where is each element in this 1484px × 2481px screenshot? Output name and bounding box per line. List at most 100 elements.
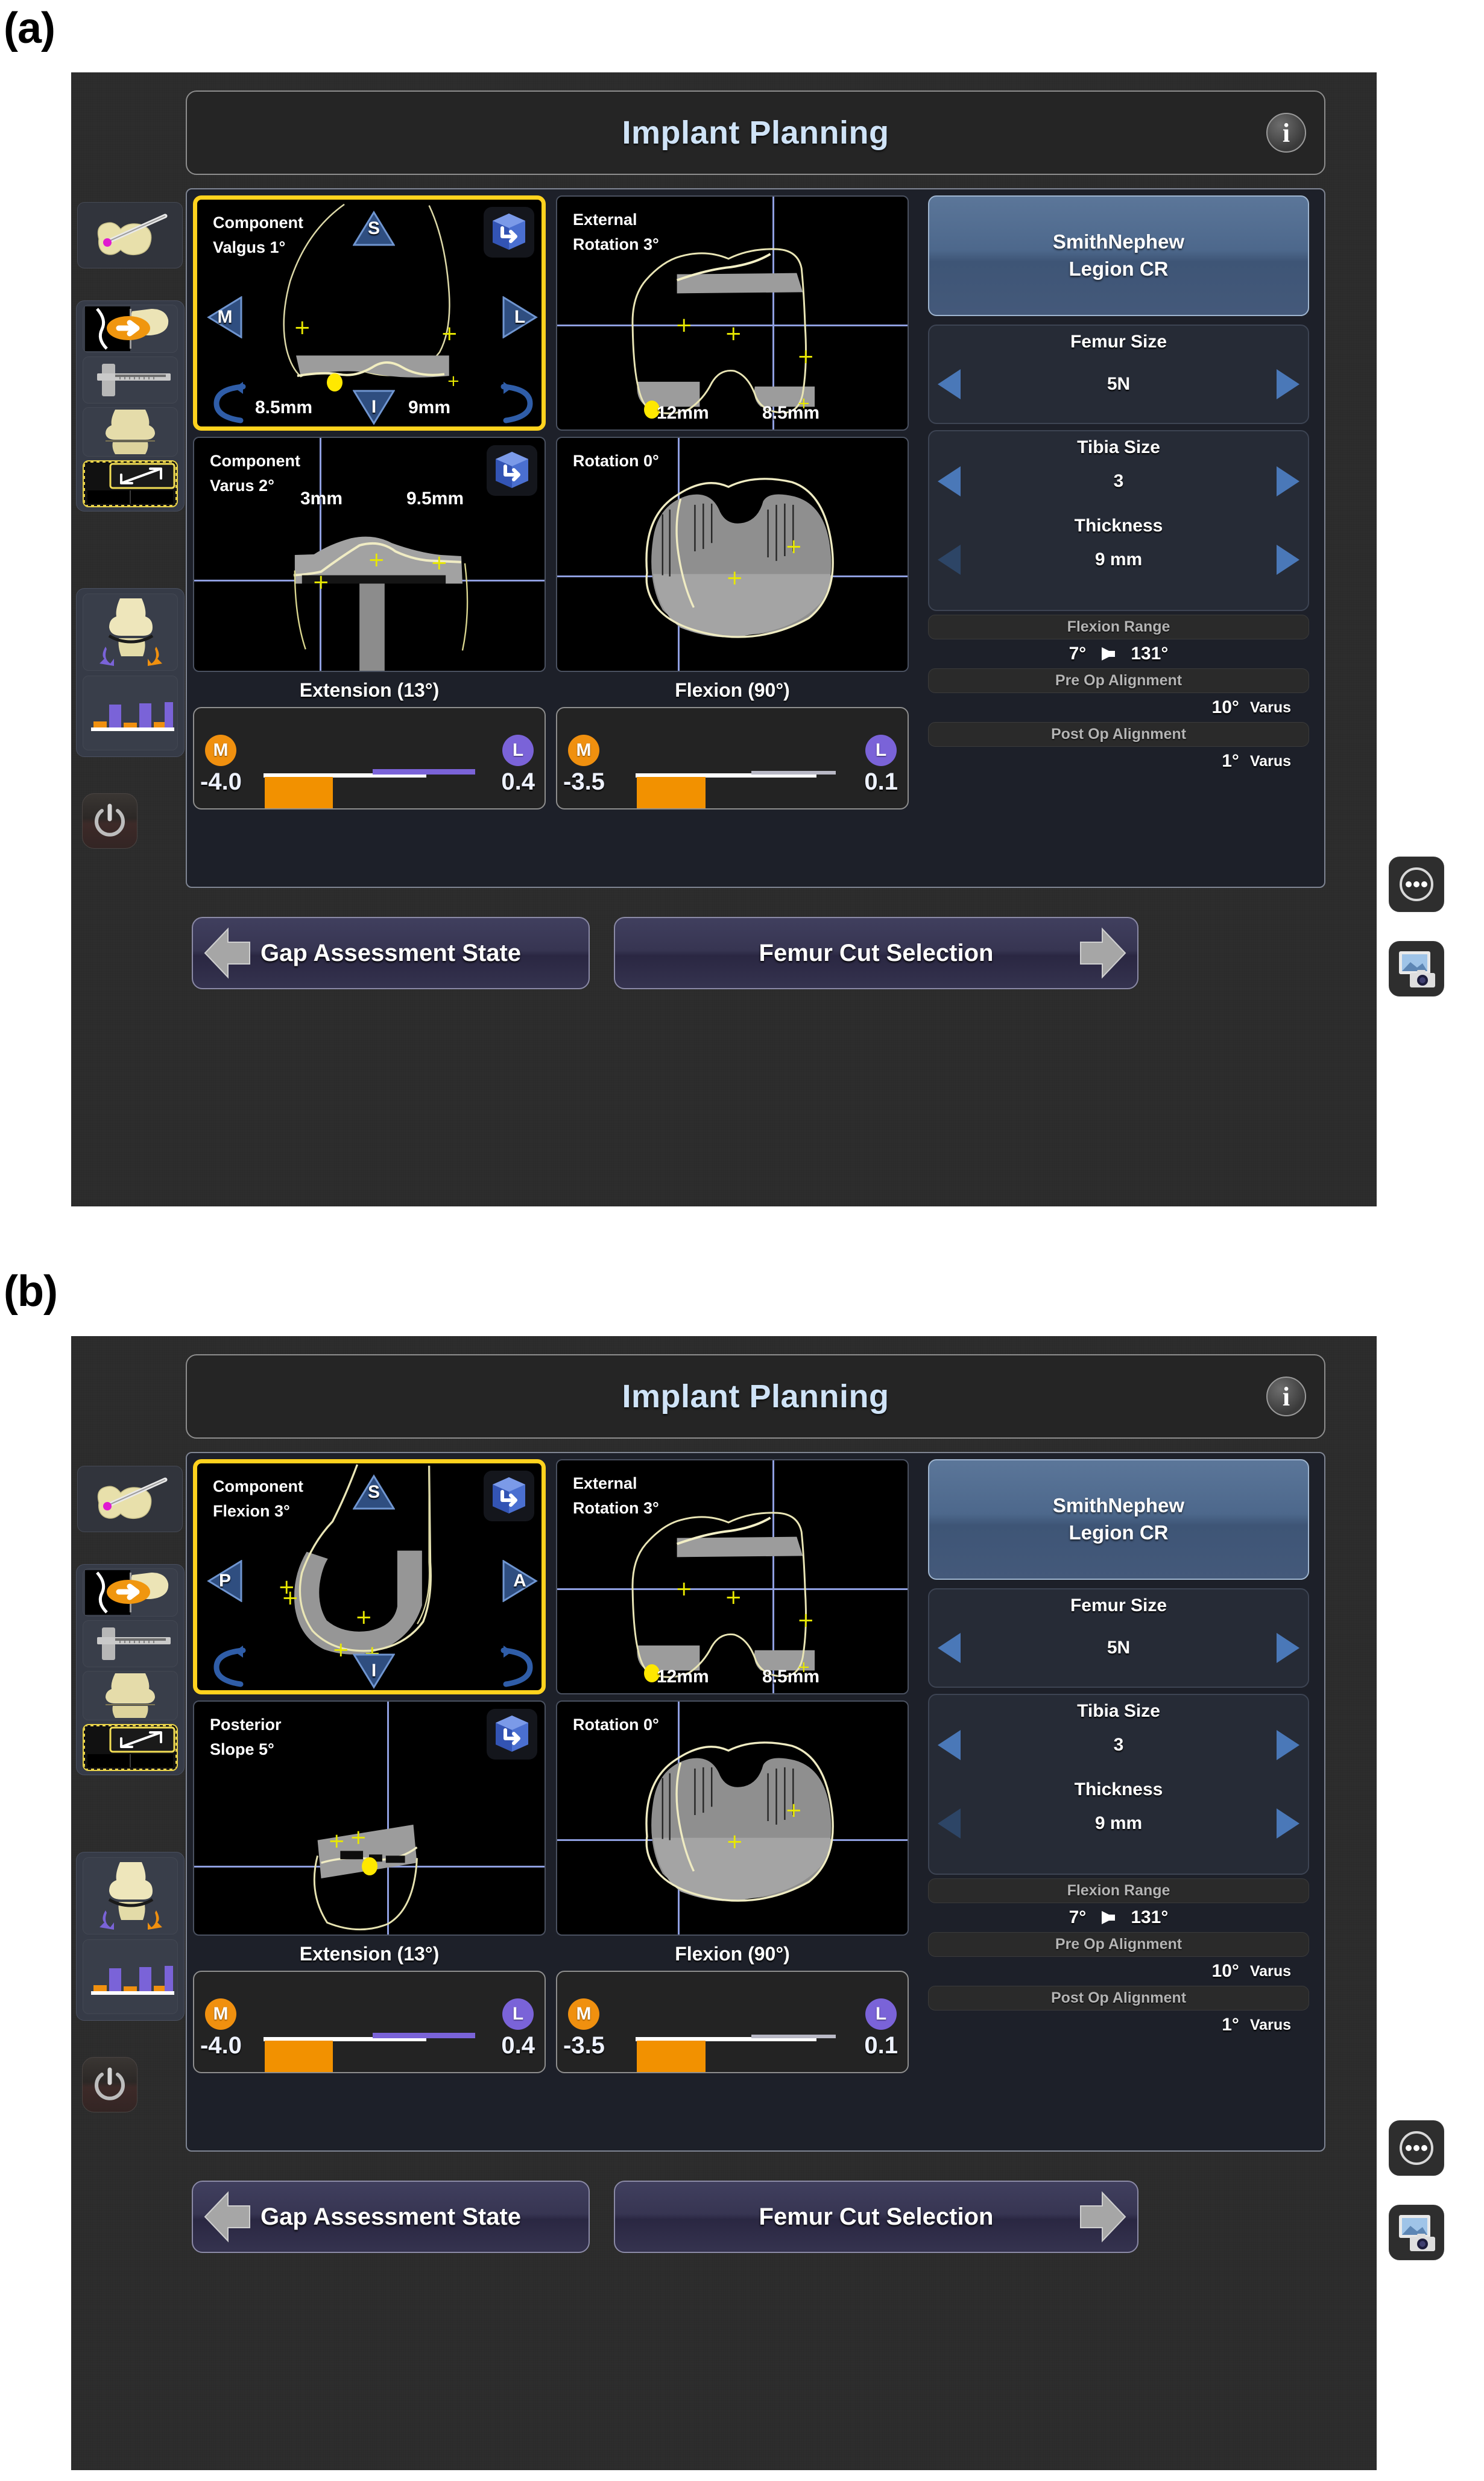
extension-gap-chart[interactable]: M L -4.0 0.4 [193, 1971, 546, 2073]
sidebar-item-gap-graph[interactable] [83, 1939, 178, 2014]
lateral-gap-value: 0.1 [864, 2032, 898, 2059]
measure-medial: 8.5mm [255, 398, 313, 417]
femur-size-increment[interactable] [1277, 1633, 1299, 1663]
flexion-range-label: Flexion Range [928, 1878, 1309, 1903]
sidebar-item-registration[interactable] [77, 202, 183, 268]
post-op-alignment-value: 1° [1222, 751, 1239, 771]
more-options-button[interactable] [1389, 2120, 1444, 2176]
sidebar-item-gap-graph[interactable] [83, 676, 178, 750]
lateral-gap-value: 0.1 [864, 768, 898, 795]
sidebar-item-kinematics[interactable] [83, 594, 178, 671]
active-point-marker [327, 373, 343, 391]
landmark-marker: + [675, 1577, 693, 1601]
next-button[interactable]: Femur Cut Selection [614, 2181, 1138, 2253]
page-title: Implant Planning [622, 1378, 889, 1415]
flexion-range-max: 131° [1131, 1907, 1169, 1927]
tibia-size-increment[interactable] [1277, 466, 1299, 496]
viewport-axial-femur[interactable]: External Rotation 3° + + + + 12mm 8.5mm [556, 1459, 909, 1694]
medial-gap-bar [637, 2041, 706, 2072]
implant-selector[interactable]: SmithNephew Legion CR [928, 195, 1309, 316]
tibia-size-decrement[interactable] [938, 1730, 961, 1760]
landmark-marker: + [726, 566, 744, 590]
next-button-label: Femur Cut Selection [759, 939, 994, 966]
landmark-marker: + [431, 551, 448, 575]
device-screen-a: Implant Planning i Component Valgus 1° +… [71, 72, 1444, 1206]
lateral-badge: L [865, 735, 897, 766]
flexion-gap-title: Flexion (90°) [675, 1943, 790, 1965]
rotate-ccw-button[interactable] [208, 1644, 253, 1689]
viewport-coronal-tibia[interactable]: Component Varus 2° + + + 3mm 9.5mm [193, 437, 546, 672]
medial-gap-value: -4.0 [200, 768, 242, 795]
pre-op-alignment-label: Pre Op Alignment [928, 668, 1309, 693]
sidebar-item-knee-model[interactable] [83, 1671, 178, 1720]
rotate-cube-icon[interactable] [487, 445, 537, 496]
screenshot-button[interactable] [1389, 2205, 1444, 2260]
back-button[interactable]: Gap Assessment State [192, 2181, 590, 2253]
viewport-coronal-femur[interactable]: Component Valgus 1° + + + S I M L 8.5mm … [193, 195, 546, 431]
sidebar-group-views [76, 1564, 185, 1775]
viewport-axial-femur[interactable]: External Rotation 3° + + + + 12mm 8.5mm [556, 195, 909, 431]
rotate-cube-icon[interactable] [484, 1471, 534, 1521]
registration-probe-icon [81, 1469, 180, 1530]
nav-inferior-button[interactable]: I [353, 1653, 395, 1689]
sidebar-item-measurement[interactable] [83, 356, 178, 404]
sidebar-item-measurement[interactable] [83, 1620, 178, 1667]
thickness-value: 9 mm [1094, 550, 1143, 569]
power-button[interactable] [82, 793, 137, 849]
nav-medial-button[interactable]: M [207, 296, 243, 338]
flexion-range-max: 131° [1131, 644, 1169, 664]
thickness-increment[interactable] [1277, 1808, 1299, 1839]
back-button[interactable]: Gap Assessment State [192, 917, 590, 989]
nav-superior-button[interactable]: S [353, 211, 395, 247]
thickness-increment[interactable] [1277, 545, 1299, 575]
sidebar-item-layout[interactable] [83, 1724, 178, 1771]
next-button[interactable]: Femur Cut Selection [614, 917, 1138, 989]
rotate-cube-icon[interactable] [484, 207, 534, 258]
device-screen-b: Implant Planning i Component Flexion 3° … [71, 1336, 1444, 2470]
extension-gap-chart[interactable]: M L -4.0 0.4 [193, 707, 546, 810]
implant-selector[interactable]: SmithNephew Legion CR [928, 1459, 1309, 1580]
viewport-sagittal-tibia[interactable]: Posterior Slope 5° + + [193, 1700, 546, 1936]
flexion-gap-chart[interactable]: M L -3.5 0.1 [556, 1971, 909, 2073]
rotate-ccw-button[interactable] [208, 381, 253, 425]
info-icon[interactable]: i [1266, 113, 1306, 153]
sidebar-item-kinematics[interactable] [83, 1857, 178, 1934]
control-rail: SmithNephew Legion CR Femur Size 5N Tibi… [920, 1459, 1318, 2147]
viewport-axial-tibia[interactable]: Rotation 0° + + [556, 1700, 909, 1936]
viewport-label: Component Varus 2° [210, 452, 300, 495]
femur-size-decrement[interactable] [938, 1633, 961, 1663]
thickness-decrement[interactable] [938, 545, 961, 575]
landmark-marker: + [725, 322, 742, 346]
tibia-size-label: Tibia Size [1077, 437, 1160, 457]
rotate-cw-button[interactable] [494, 381, 538, 425]
nav-inferior-button[interactable]: I [353, 389, 395, 425]
more-options-button[interactable] [1389, 857, 1444, 912]
sidebar-item-navigation[interactable] [83, 305, 178, 353]
screenshot-button[interactable] [1389, 941, 1444, 997]
viewport-sagittal-femur[interactable]: Component Flexion 3° + + + + + S I P A [193, 1459, 546, 1694]
sidebar-item-registration[interactable] [77, 1466, 183, 1532]
summary-stats: Flexion Range 7° 131° Pre Op Alignment 1… [928, 615, 1309, 776]
femur-size-increment[interactable] [1277, 369, 1299, 399]
tibia-size-decrement[interactable] [938, 466, 961, 496]
nav-lateral-button[interactable]: L [502, 296, 538, 338]
workspace-a: Component Valgus 1° + + + S I M L 8.5mm … [186, 188, 1325, 888]
flexion-gap-chart[interactable]: M L -3.5 0.1 [556, 707, 909, 810]
power-button[interactable] [82, 2057, 137, 2112]
tibia-size-increment[interactable] [1277, 1730, 1299, 1760]
viewport-axial-tibia[interactable]: Rotation 0° + + [556, 437, 909, 672]
sidebar-item-navigation[interactable] [83, 1568, 178, 1617]
nav-posterior-button[interactable]: P [207, 1560, 243, 1602]
arrow-right-icon [1080, 927, 1126, 979]
tibia-group: Tibia Size 3 Thickness 9 mm [928, 1694, 1309, 1875]
thickness-decrement[interactable] [938, 1808, 961, 1839]
sidebar-item-layout[interactable] [83, 460, 178, 507]
femur-size-value: 5N [1107, 1638, 1131, 1658]
info-icon[interactable]: i [1266, 1377, 1306, 1416]
nav-anterior-button[interactable]: A [502, 1560, 538, 1602]
nav-superior-button[interactable]: S [353, 1474, 395, 1510]
femur-size-decrement[interactable] [938, 369, 961, 399]
rotate-cube-icon[interactable] [487, 1709, 537, 1760]
sidebar-item-knee-model[interactable] [83, 407, 178, 457]
rotate-cw-button[interactable] [494, 1644, 538, 1689]
